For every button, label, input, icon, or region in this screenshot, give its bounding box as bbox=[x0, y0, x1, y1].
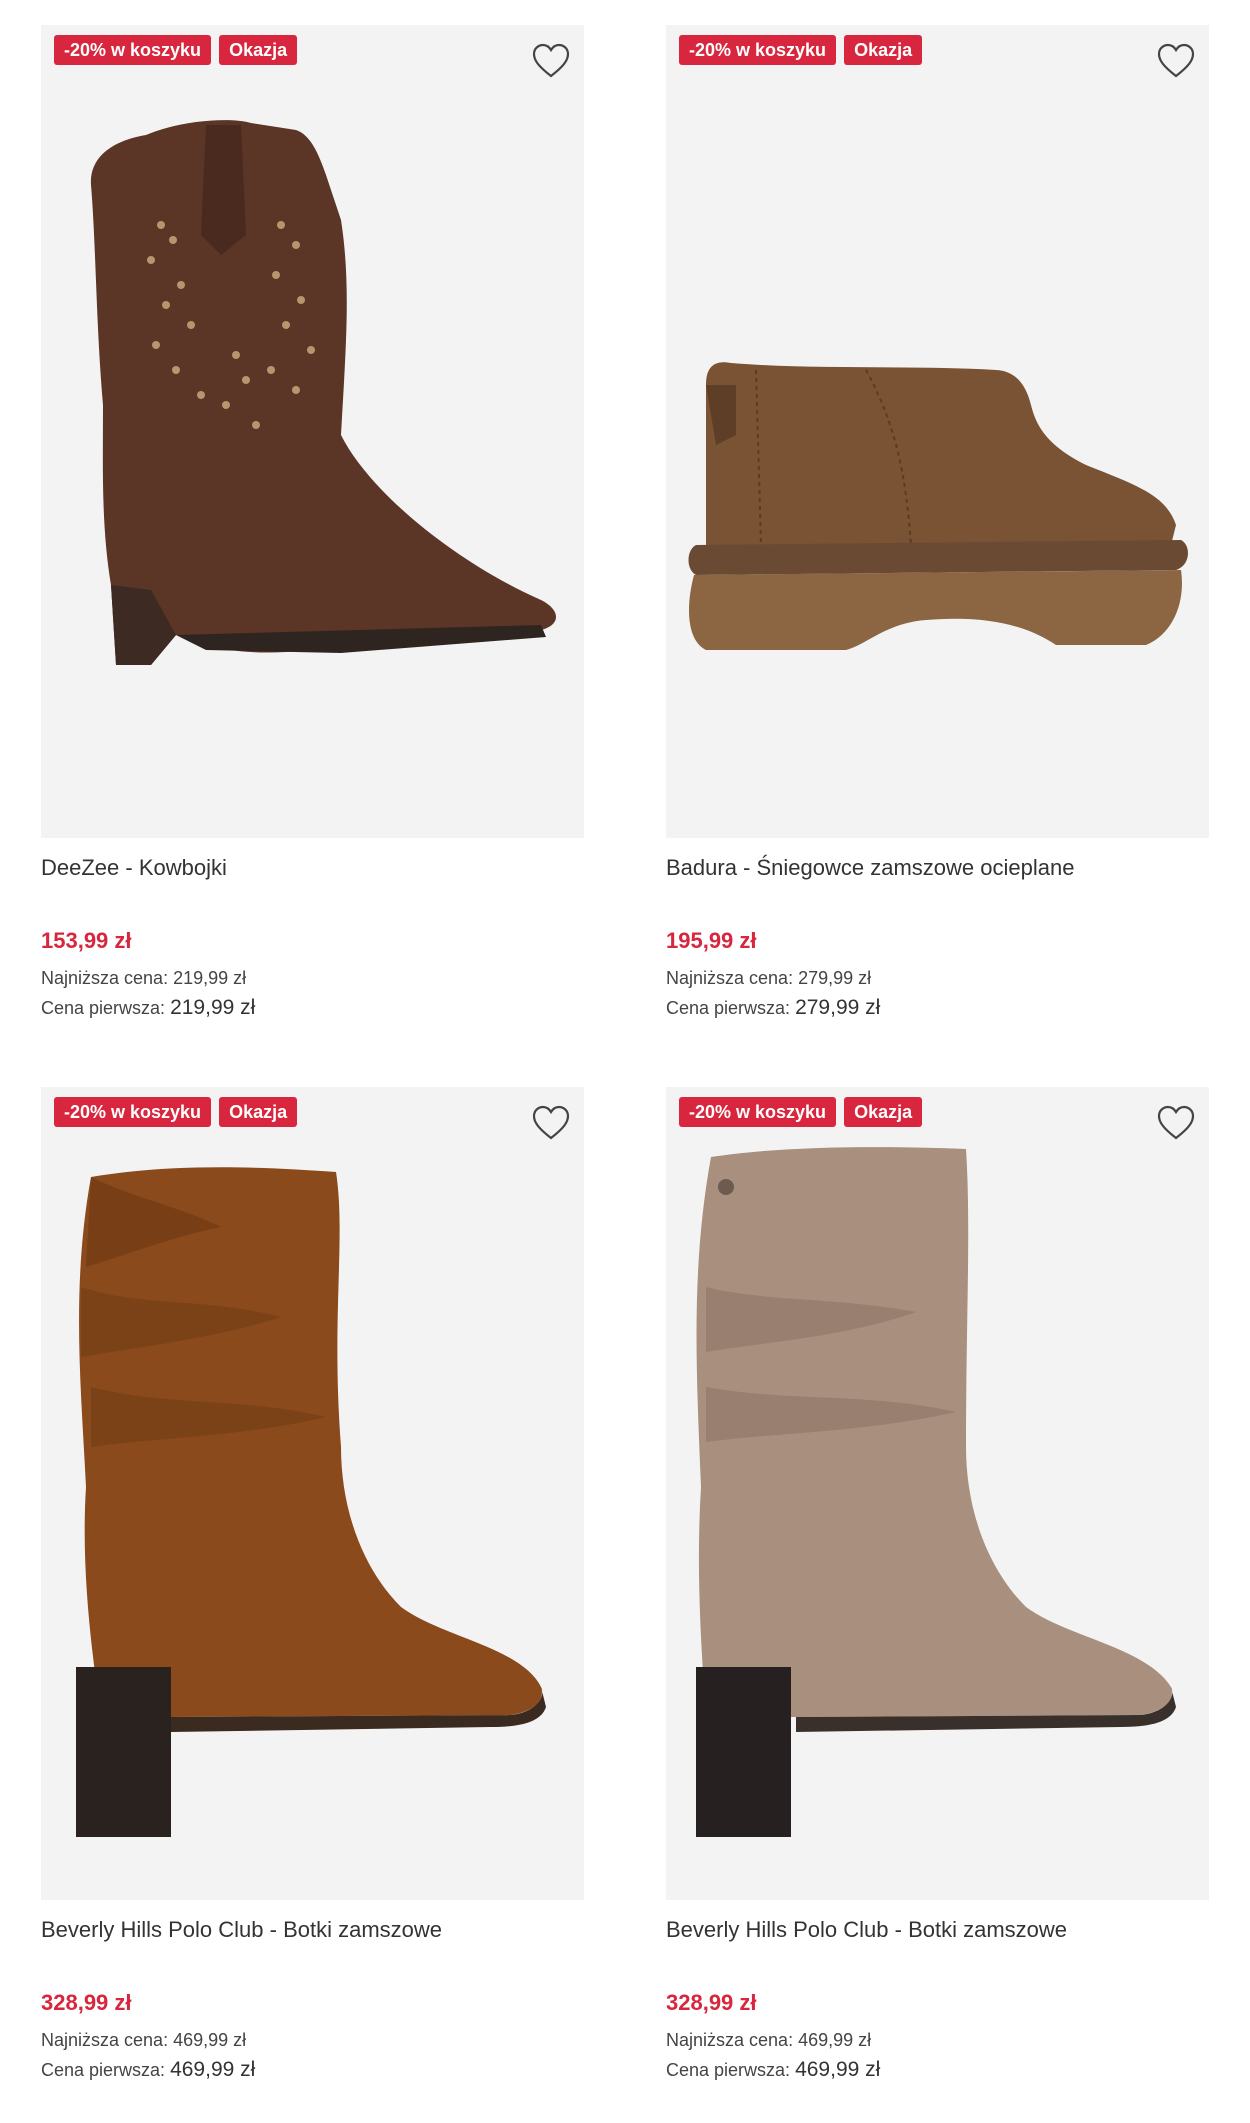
boot-illustration bbox=[688, 362, 1188, 650]
first-price-value: 469,99 zł bbox=[795, 2058, 881, 2081]
boot-illustration bbox=[90, 120, 557, 665]
lowest-price-label: Najniższa cena: bbox=[666, 968, 794, 988]
first-price-row: Cena pierwsza: 469,99 zł bbox=[41, 2055, 584, 2085]
discount-badge: -20% w koszyku bbox=[679, 1097, 837, 1127]
price-history: Najniższa cena: 469,99 zł Cena pierwsza:… bbox=[41, 2025, 584, 2085]
deal-badge: Okazja bbox=[844, 1097, 923, 1127]
product-image[interactable]: -20% w koszyku Okazja bbox=[41, 25, 584, 838]
product-price: 328,99 zł bbox=[41, 1990, 132, 2015]
first-price-row: Cena pierwsza: 279,99 zł bbox=[666, 993, 1209, 1023]
first-price-value: 469,99 zł bbox=[170, 2058, 256, 2081]
lowest-price-value: 469,99 zł bbox=[173, 2030, 247, 2050]
lowest-price-label: Najniższa cena: bbox=[41, 2030, 169, 2050]
product-price: 153,99 zł bbox=[41, 928, 132, 953]
heart-icon[interactable] bbox=[532, 1105, 570, 1141]
product-card[interactable]: -20% w koszyku Okazja Beverly Hills Polo… bbox=[666, 1087, 1209, 2085]
product-card[interactable]: -20% w koszyku Okazja DeeZee - Kowbojki … bbox=[41, 25, 584, 1023]
product-title[interactable]: Badura - Śniegowce zamszowe ocieplane bbox=[666, 855, 1209, 885]
first-price-value: 279,99 zł bbox=[795, 996, 881, 1019]
product-image[interactable]: -20% w koszyku Okazja bbox=[666, 25, 1209, 838]
lowest-price-label: Najniższa cena: bbox=[41, 968, 169, 988]
boot-illustration bbox=[76, 1167, 546, 1837]
heart-icon[interactable] bbox=[532, 43, 570, 79]
badge-group: -20% w koszyku Okazja bbox=[679, 1097, 923, 1127]
first-price-label: Cena pierwsza: bbox=[41, 998, 166, 1018]
badge-group: -20% w koszyku Okazja bbox=[54, 35, 298, 65]
lowest-price-value: 219,99 zł bbox=[173, 968, 247, 988]
first-price-row: Cena pierwsza: 469,99 zł bbox=[666, 2055, 1209, 2085]
deal-badge: Okazja bbox=[844, 35, 923, 65]
heart-icon[interactable] bbox=[1157, 1105, 1195, 1141]
product-title[interactable]: Beverly Hills Polo Club - Botki zamszowe bbox=[41, 1917, 584, 1947]
lowest-price-row: Najniższa cena: 469,99 zł bbox=[666, 2025, 1209, 2055]
discount-badge: -20% w koszyku bbox=[54, 1097, 212, 1127]
product-title[interactable]: DeeZee - Kowbojki bbox=[41, 855, 584, 885]
lowest-price-row: Najniższa cena: 469,99 zł bbox=[41, 2025, 584, 2055]
first-price-label: Cena pierwsza: bbox=[666, 998, 791, 1018]
badge-group: -20% w koszyku Okazja bbox=[54, 1097, 298, 1127]
first-price-label: Cena pierwsza: bbox=[41, 2060, 166, 2080]
price-history: Najniższa cena: 219,99 zł Cena pierwsza:… bbox=[41, 963, 584, 1023]
deal-badge: Okazja bbox=[219, 35, 298, 65]
heart-icon[interactable] bbox=[1157, 43, 1195, 79]
boot-illustration bbox=[696, 1147, 1176, 1837]
lowest-price-row: Najniższa cena: 219,99 zł bbox=[41, 963, 584, 993]
first-price-label: Cena pierwsza: bbox=[666, 2060, 791, 2080]
lowest-price-row: Najniższa cena: 279,99 zł bbox=[666, 963, 1209, 993]
product-grid: -20% w koszyku Okazja DeeZee - Kowbojki … bbox=[0, 0, 1250, 2123]
badge-group: -20% w koszyku Okazja bbox=[679, 35, 923, 65]
product-card[interactable]: -20% w koszyku Okazja Badura - Śniegowce… bbox=[666, 25, 1209, 1023]
discount-badge: -20% w koszyku bbox=[54, 35, 212, 65]
product-title[interactable]: Beverly Hills Polo Club - Botki zamszowe bbox=[666, 1917, 1209, 1947]
lowest-price-value: 279,99 zł bbox=[798, 968, 872, 988]
first-price-value: 219,99 zł bbox=[170, 996, 256, 1019]
product-image[interactable]: -20% w koszyku Okazja bbox=[41, 1087, 584, 1900]
product-price: 195,99 zł bbox=[666, 928, 757, 953]
price-history: Najniższa cena: 279,99 zł Cena pierwsza:… bbox=[666, 963, 1209, 1023]
first-price-row: Cena pierwsza: 219,99 zł bbox=[41, 993, 584, 1023]
product-image[interactable]: -20% w koszyku Okazja bbox=[666, 1087, 1209, 1900]
deal-badge: Okazja bbox=[219, 1097, 298, 1127]
product-card[interactable]: -20% w koszyku Okazja Beverly Hills Polo… bbox=[41, 1087, 584, 2085]
discount-badge: -20% w koszyku bbox=[679, 35, 837, 65]
lowest-price-value: 469,99 zł bbox=[798, 2030, 872, 2050]
product-price: 328,99 zł bbox=[666, 1990, 757, 2015]
lowest-price-label: Najniższa cena: bbox=[666, 2030, 794, 2050]
price-history: Najniższa cena: 469,99 zł Cena pierwsza:… bbox=[666, 2025, 1209, 2085]
